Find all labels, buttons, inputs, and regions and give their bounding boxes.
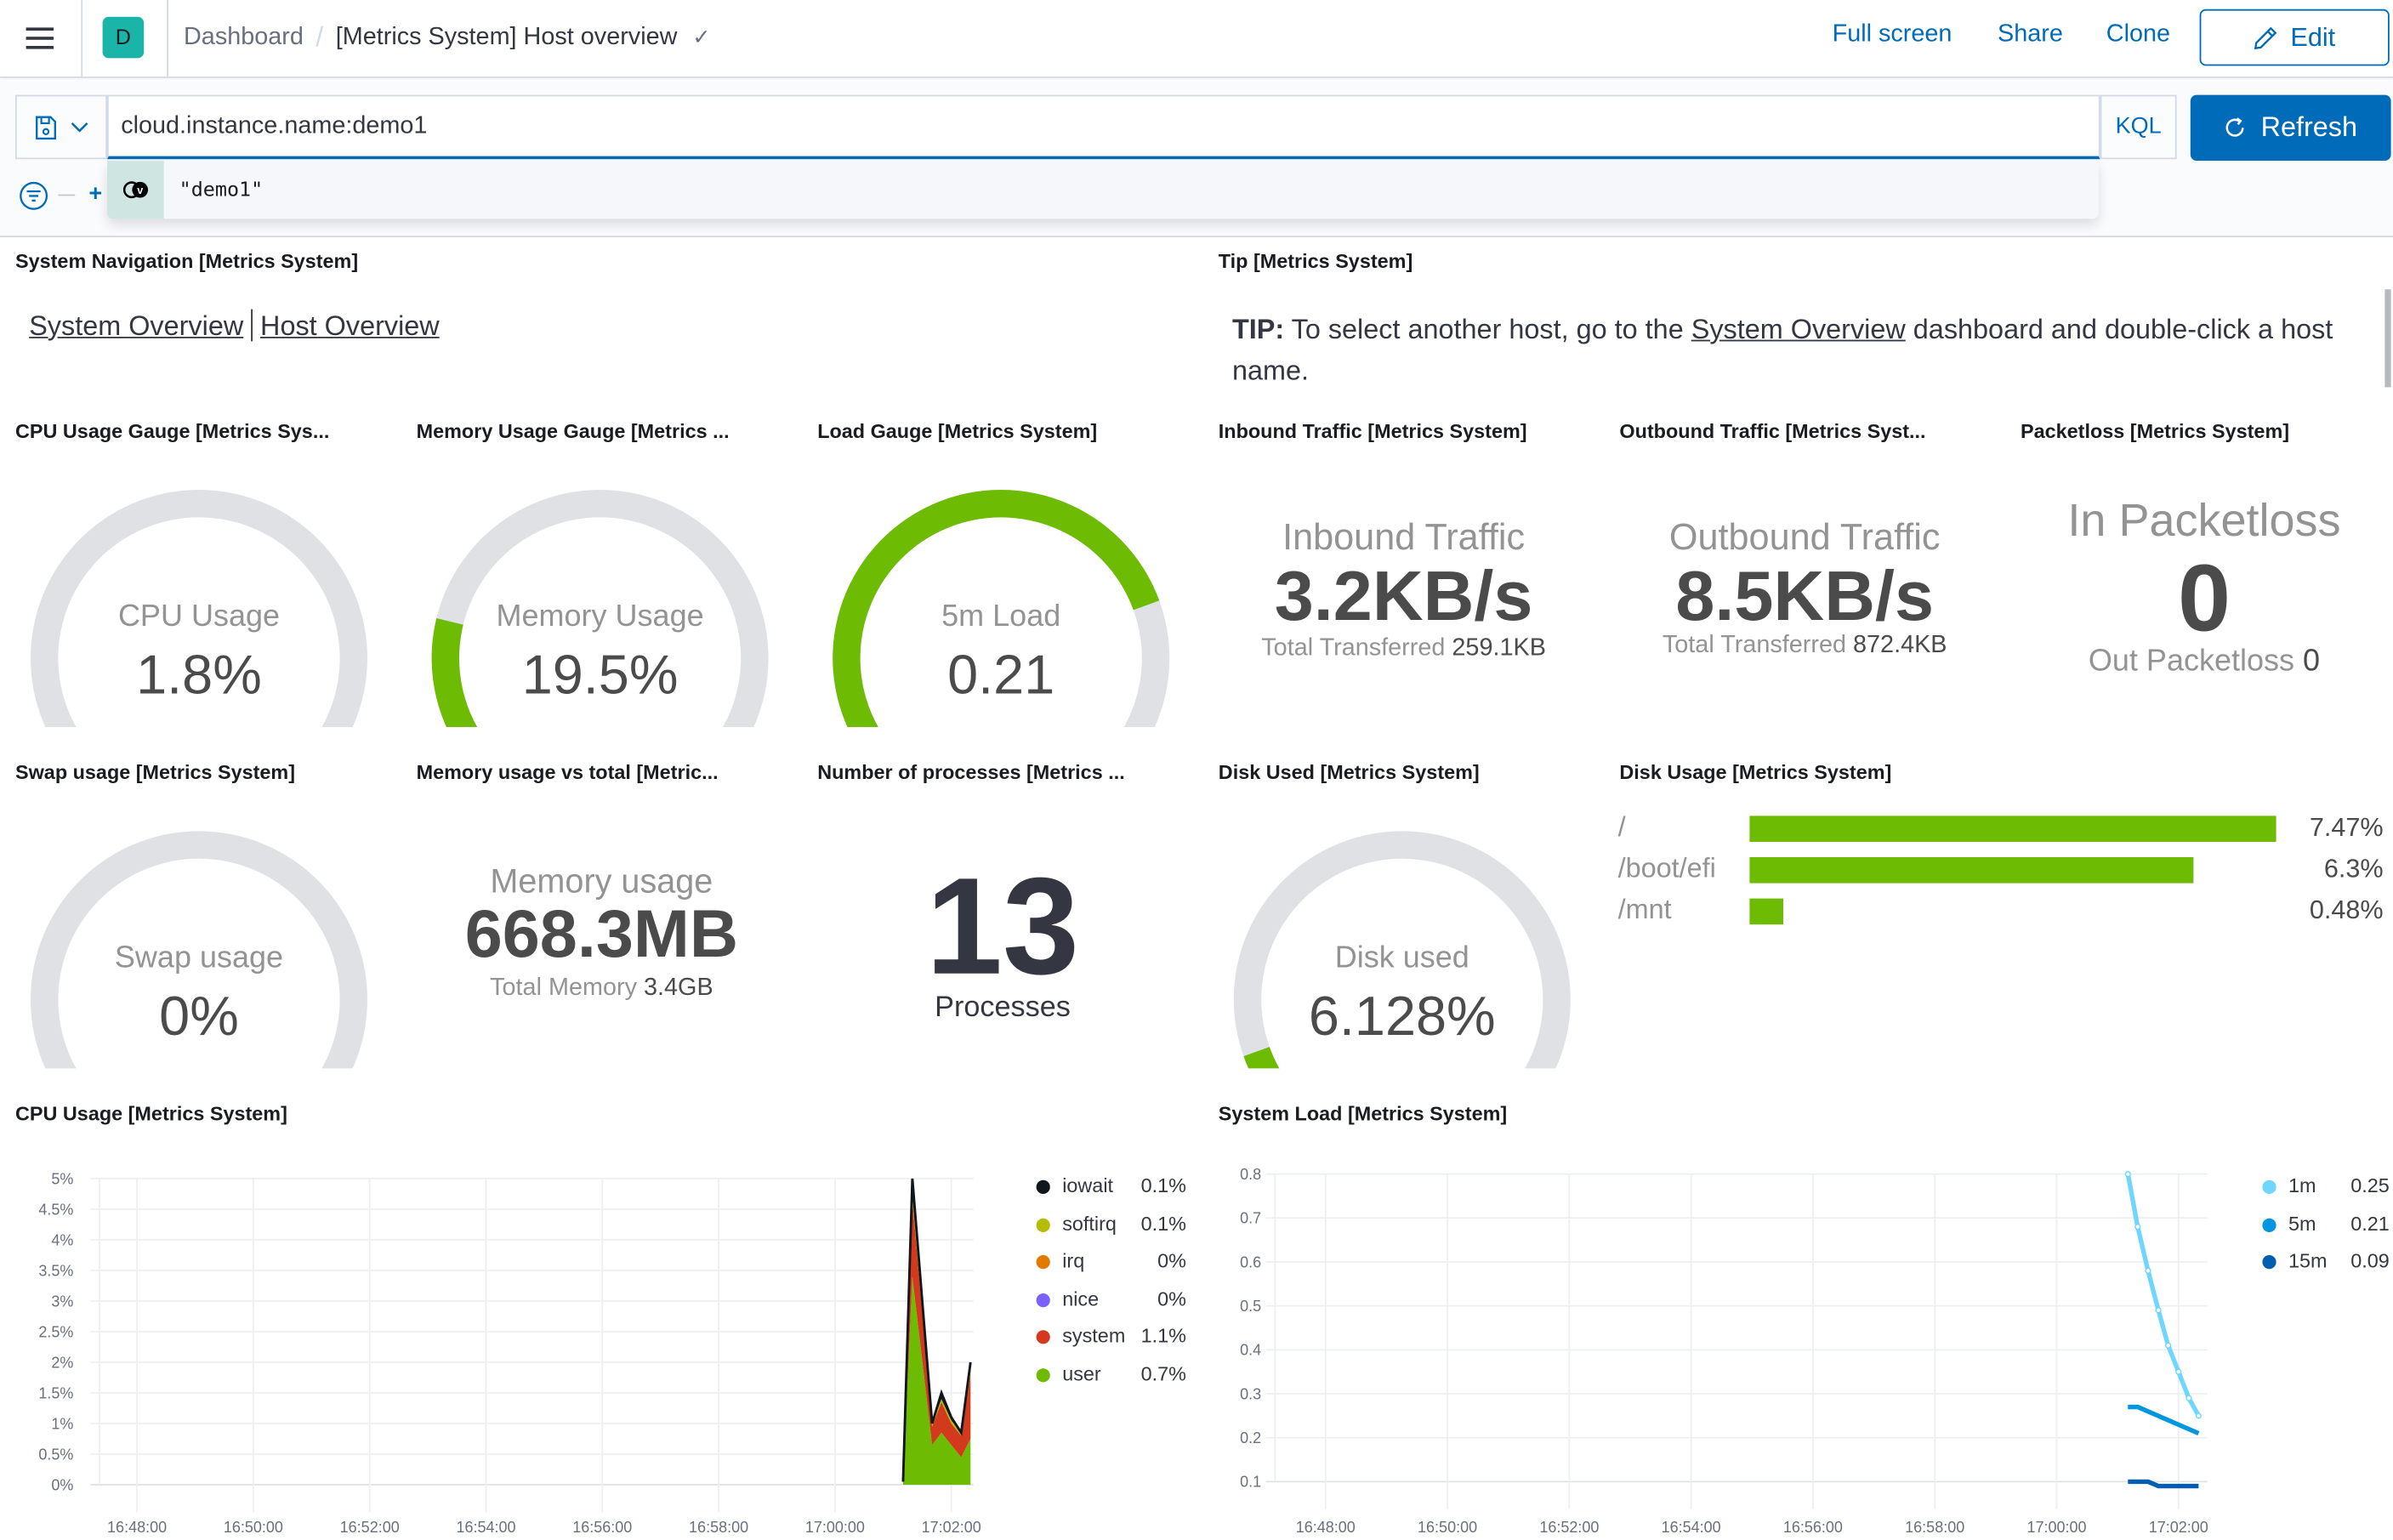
x-tick-label: 16:54:00 [1662,1519,1721,1536]
y-tick-label: 0.6 [1240,1253,1261,1270]
legend-label: 5m [2288,1211,2316,1235]
x-tick-label: 16:52:00 [1539,1519,1599,1536]
load-point-1m[interactable] [2164,1342,2172,1349]
legend-value: 0.1% [1140,1173,1186,1197]
y-tick-label: 0.4 [1240,1342,1261,1359]
load-point-1m[interactable] [2155,1307,2162,1314]
legend-label: 15m [2288,1249,2328,1273]
legend-dot-icon [1036,1368,1050,1383]
legend-label: 1m [2288,1173,2316,1197]
legend-label: user [1062,1362,1101,1385]
load-line-1m [2125,1173,2201,1418]
x-tick-label: 16:56:00 [1783,1519,1843,1536]
legend-label: iowait [1062,1173,1114,1197]
legend-dot-icon [1036,1218,1050,1232]
x-tick-label: 16:50:00 [1418,1519,1477,1536]
y-tick-label: 3% [51,1293,73,1310]
x-tick-label: 16:48:00 [107,1519,167,1536]
y-tick-label: 0.3 [1240,1385,1261,1402]
x-tick-label: 17:00:00 [2026,1519,2086,1536]
legend-label: nice [1062,1287,1100,1310]
y-tick-label: 5% [51,1170,73,1187]
legend-dot-icon [1036,1293,1050,1307]
x-tick-label: 17:02:00 [2149,1519,2208,1536]
legend-value: 0.1% [1140,1211,1186,1235]
y-tick-label: 4.5% [38,1201,73,1218]
y-tick-label: 1.5% [38,1384,73,1401]
y-tick-label: 4% [51,1231,73,1248]
x-tick-label: 16:52:00 [340,1519,400,1536]
y-tick-label: 0% [51,1476,73,1493]
legend-dot-icon [2262,1179,2276,1194]
legend-label: softirq [1062,1211,1117,1235]
legend-value: 0.21 [2350,1211,2390,1235]
y-tick-label: 0.7 [1240,1210,1261,1227]
x-tick-label: 16:50:00 [224,1519,283,1536]
y-tick-label: 0.5 [1240,1298,1261,1315]
y-tick-label: 0.1 [1240,1474,1261,1491]
load-point-1m[interactable] [2175,1368,2182,1375]
x-tick-label: 16:58:00 [689,1519,748,1536]
x-tick-label: 16:48:00 [1296,1519,1356,1536]
y-tick-label: 1% [51,1415,73,1432]
x-tick-label: 16:56:00 [572,1519,632,1536]
legend-value: 0.09 [2350,1249,2390,1273]
y-tick-label: 0.2 [1240,1429,1261,1446]
x-tick-label: 16:58:00 [1905,1519,1964,1536]
x-tick-label: 17:00:00 [805,1519,865,1536]
x-tick-label: 16:54:00 [456,1519,515,1536]
legend-value: 0% [1157,1287,1186,1310]
legend-value: 0.7% [1140,1362,1186,1385]
load-point-1m[interactable] [2124,1171,2131,1178]
x-tick-label: 17:02:00 [922,1519,981,1536]
legend-dot-icon [1036,1179,1050,1194]
legend-value: 1.1% [1140,1324,1186,1348]
cpu-usage-chart: 0% 0.5% 1% 1.5% 2% 2.5% 3% 3.5% 4% 4.5% 5% 16:48:00… [38,1166,2208,1536]
load-point-1m[interactable] [2195,1412,2203,1419]
y-tick-label: 2.5% [38,1323,73,1340]
dashboard-root: D Dashboard / [Metrics System] Host over… [0,0,2393,1540]
load-point-1m[interactable] [2134,1224,2141,1230]
y-tick-label: 3.5% [38,1262,73,1279]
load-point-1m[interactable] [2145,1267,2151,1274]
legend-value: 0.25 [2350,1173,2390,1197]
load-line-5m [2128,1404,2200,1436]
y-tick-label: 2% [51,1354,73,1371]
y-tick-label: 0.5% [38,1446,73,1463]
legend-label: irq [1062,1249,1085,1273]
load-point-1m[interactable] [2186,1395,2192,1401]
y-tick-label: 0.8 [1240,1166,1261,1183]
legend-dot-icon [2262,1218,2276,1232]
legend-value: 0% [1157,1249,1186,1273]
